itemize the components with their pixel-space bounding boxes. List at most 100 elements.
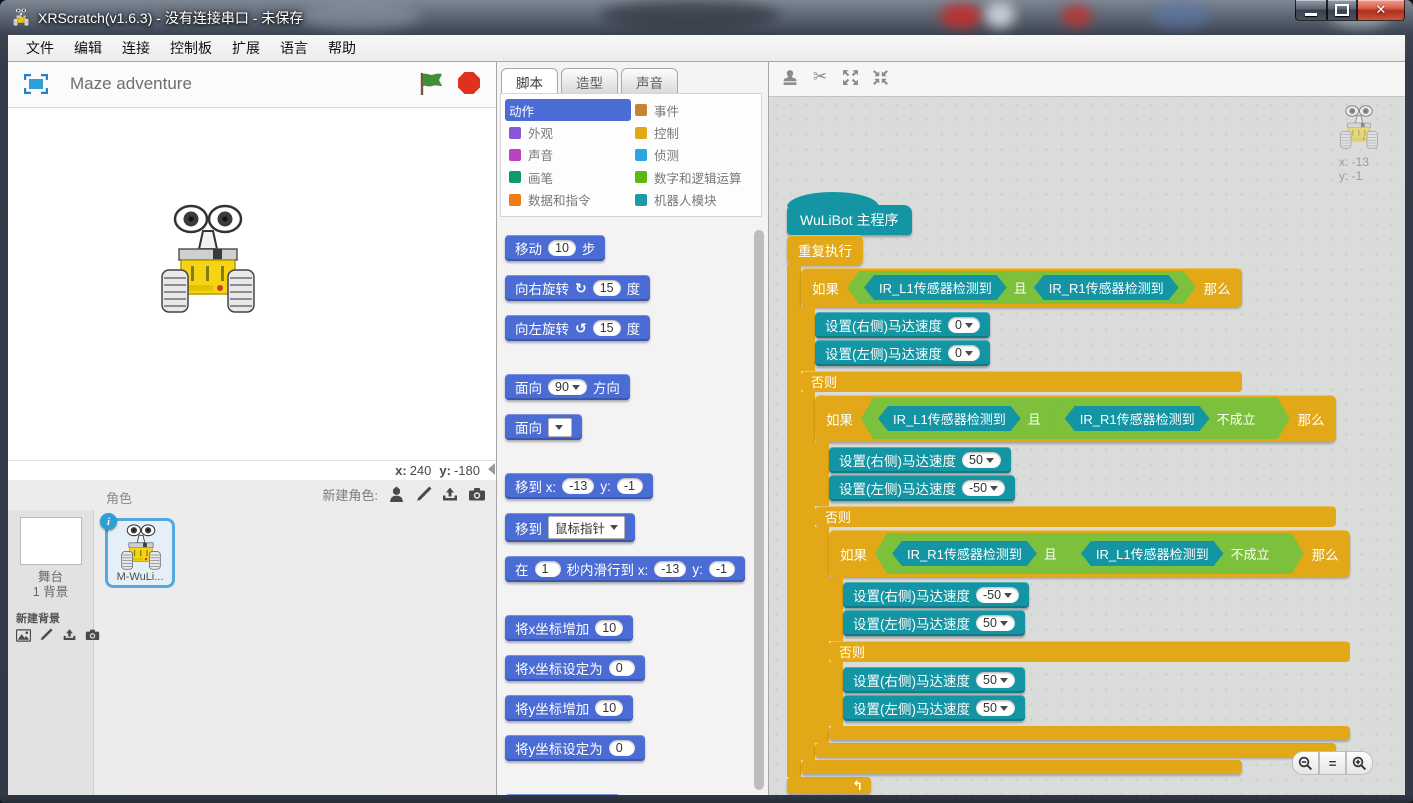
block-number-input[interactable]: 10 [595, 620, 623, 636]
block-number-input[interactable]: -1 [709, 561, 735, 577]
palette-block-point-towards[interactable]: 面向 [505, 414, 582, 440]
script-block-set-right-motor-speed[interactable]: 设置(右侧)马达速度50 [829, 447, 1011, 473]
category-item[interactable]: 控制 [631, 121, 757, 143]
sensor-reporter-block[interactable]: IR_L1传感器检测到 [1081, 541, 1224, 566]
category-item[interactable]: 数字和逻辑运算 [631, 166, 757, 188]
palette-block-change-x-by[interactable]: 将x坐标增加10 [505, 615, 633, 641]
block-number-input[interactable]: 15 [593, 320, 621, 336]
palette-block-set-y-to[interactable]: 将y坐标设定为0 [505, 735, 645, 761]
shrink-sprite-icon[interactable] [871, 68, 889, 86]
if-left-sensor-only[interactable]: 如果IR_L1传感器检测到且IR_R1传感器检测到不成立那么设置(右侧)马达速度… [815, 395, 1350, 757]
script-block-set-right-motor-speed[interactable]: 设置(右侧)马达速度0 [815, 312, 990, 338]
block-number-input[interactable]: 0 [609, 740, 635, 756]
zoom-reset-button[interactable]: = [1319, 751, 1346, 775]
palette-block-turn-left[interactable]: 向左旋转↺15度 [505, 315, 650, 341]
script-block-set-right-motor-speed[interactable]: 设置(右侧)马达速度50 [843, 667, 1025, 693]
not-operator-block[interactable]: IR_R1传感器检测到不成立 [1048, 402, 1273, 435]
tab-active[interactable]: 脚本 [501, 68, 558, 95]
camera-sprite-icon[interactable] [468, 486, 486, 504]
upload-backdrop-icon[interactable] [60, 626, 78, 644]
sprite-info-badge[interactable]: i [100, 513, 117, 530]
green-flag-icon[interactable] [418, 72, 444, 96]
scissors-delete-icon[interactable]: ✂ [811, 68, 829, 86]
menu-item[interactable]: 控制板 [160, 35, 222, 61]
tab-inactive[interactable]: 声音 [621, 68, 678, 95]
palette-block-goto-target[interactable]: 移到鼠标指针 [505, 513, 635, 542]
title-bar[interactable]: XRScratch(v1.6.3) - 没有连接串口 - 未保存 ✕ [0, 0, 1413, 35]
sensor-reporter-block[interactable]: IR_R1传感器检测到 [1065, 406, 1210, 431]
category-item[interactable]: 机器人模块 [631, 189, 757, 211]
backdrop-library-icon[interactable] [14, 626, 32, 644]
and-operator-block[interactable]: IR_L1传感器检测到且IR_R1传感器检测到 [847, 271, 1196, 304]
script-canvas[interactable]: x: -13 y: -1 WuLiBot 主程序重复执行如果IR_L1传感器检测… [769, 96, 1405, 795]
zoom-in-button[interactable] [1346, 751, 1373, 775]
block-number-input[interactable]: -1 [617, 478, 643, 494]
script-block-set-right-motor-speed[interactable]: 设置(右侧)马达速度-50 [843, 582, 1029, 608]
category-item[interactable]: 画笔 [505, 166, 631, 188]
zoom-out-button[interactable] [1292, 751, 1319, 775]
stage-canvas[interactable] [8, 108, 496, 460]
palette-block-turn-right[interactable]: 向右旋转↻15度 [505, 275, 650, 301]
stage-thumbnail[interactable] [20, 517, 82, 565]
sensor-reporter-block[interactable]: IR_R1传感器检测到 [892, 541, 1037, 566]
palette-block-goto-xy[interactable]: 移到 x:-13y:-1 [505, 473, 653, 499]
minimize-button[interactable] [1295, 0, 1327, 21]
block-number-dropdown[interactable]: -50 [976, 587, 1019, 603]
block-number-dropdown[interactable]: 0 [948, 345, 980, 361]
block-number-dropdown[interactable]: 90 [548, 379, 587, 395]
camera-backdrop-icon[interactable] [83, 626, 101, 644]
close-button[interactable]: ✕ [1357, 0, 1405, 21]
sensor-reporter-block[interactable]: IR_R1传感器检测到 [1034, 275, 1179, 300]
menu-item[interactable]: 编辑 [64, 35, 112, 61]
palette-block-point-direction[interactable]: 面向90方向 [505, 374, 630, 400]
menu-item[interactable]: 帮助 [318, 35, 366, 61]
block-dropdown[interactable] [548, 418, 572, 437]
category-item[interactable]: 声音 [505, 144, 631, 166]
palette-block-set-x-to[interactable]: 将x坐标设定为0 [505, 655, 645, 681]
palette-block-glide-to-xy[interactable]: 在1秒内滑行到 x:-13y:-1 [505, 556, 745, 582]
block-number-input[interactable]: 10 [595, 700, 623, 716]
block-dropdown[interactable]: 鼠标指针 [548, 516, 625, 539]
menu-item[interactable]: 扩展 [222, 35, 270, 61]
wulibot-main-program-hat[interactable]: WuLiBot 主程序 [787, 205, 912, 235]
stop-sign-icon[interactable] [458, 72, 480, 94]
block-number-input[interactable]: -13 [562, 478, 594, 494]
menu-item[interactable]: 语言 [270, 35, 318, 61]
paint-new-sprite-icon[interactable] [414, 486, 432, 504]
stamp-duplicate-icon[interactable] [781, 68, 799, 86]
block-number-dropdown[interactable]: -50 [962, 480, 1005, 496]
sprite-card-m-wulibot[interactable]: i M-WuLi... [105, 518, 175, 588]
sensor-reporter-block[interactable]: IR_L1传感器检测到 [878, 406, 1021, 431]
palette-block-move-steps[interactable]: 移动10步 [505, 235, 605, 261]
block-number-dropdown[interactable]: 50 [962, 452, 1001, 468]
script-block-set-left-motor-speed[interactable]: 设置(左侧)马达速度0 [815, 340, 990, 366]
new-sprite-library-icon[interactable] [387, 486, 405, 504]
maximize-button[interactable] [1327, 0, 1357, 21]
block-number-input[interactable]: 10 [548, 240, 576, 256]
block-number-dropdown[interactable]: 50 [976, 615, 1015, 631]
palette-block-bounce-on-edge[interactable]: 碰到边缘就反弹 [505, 794, 620, 795]
palette-block-change-y-by[interactable]: 将y坐标增加10 [505, 695, 633, 721]
category-item[interactable]: 外观 [505, 121, 631, 143]
script-block-set-left-motor-speed[interactable]: 设置(左侧)马达速度50 [843, 610, 1025, 636]
category-item[interactable]: 侦测 [631, 144, 757, 166]
menu-item[interactable]: 连接 [112, 35, 160, 61]
block-number-dropdown[interactable]: 50 [976, 700, 1015, 716]
block-number-input[interactable]: 1 [535, 561, 561, 577]
block-number-dropdown[interactable]: 0 [948, 317, 980, 333]
and-operator-block[interactable]: IR_R1传感器检测到且IR_L1传感器检测到不成立 [875, 533, 1304, 574]
script-block-set-left-motor-speed[interactable]: 设置(左侧)马达速度50 [843, 695, 1025, 721]
sensor-reporter-block[interactable]: IR_L1传感器检测到 [864, 275, 1007, 300]
block-number-input[interactable]: 0 [609, 660, 635, 676]
block-number-input[interactable]: -13 [654, 561, 686, 577]
wulibot-sprite[interactable] [158, 204, 258, 314]
block-number-input[interactable]: 15 [593, 280, 621, 296]
grow-sprite-icon[interactable] [841, 68, 859, 86]
category-item[interactable]: 事件 [631, 99, 757, 121]
paint-backdrop-icon[interactable] [37, 626, 55, 644]
splitter-collapse-arrow[interactable] [488, 463, 495, 475]
not-operator-block[interactable]: IR_L1传感器检测到不成立 [1064, 537, 1287, 570]
and-operator-block[interactable]: IR_L1传感器检测到且IR_R1传感器检测到不成立 [861, 398, 1290, 439]
if-both-sensors-detected[interactable]: 如果IR_L1传感器检测到且IR_R1传感器检测到那么设置(右侧)马达速度0设置… [801, 268, 1350, 774]
tab-inactive[interactable]: 造型 [561, 68, 618, 95]
